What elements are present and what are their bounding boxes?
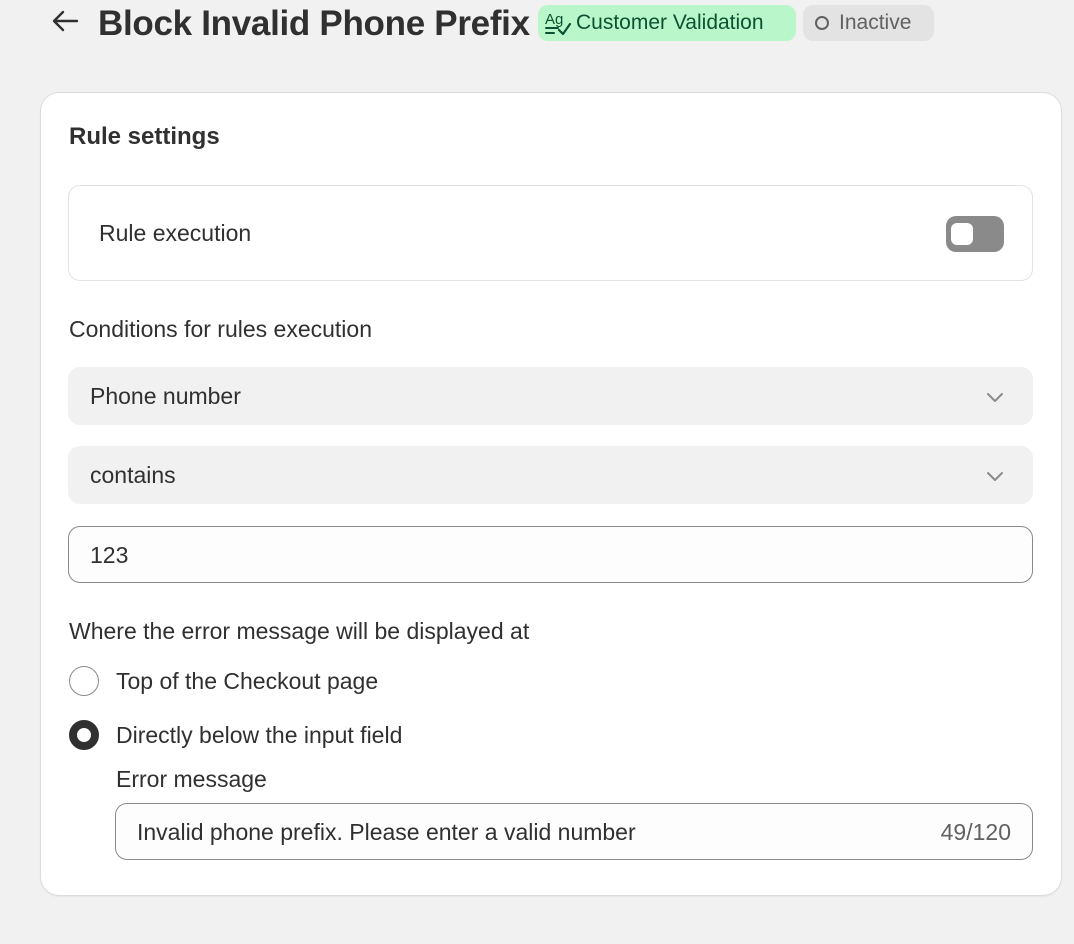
- radio-label: Directly below the input field: [116, 721, 403, 748]
- error-message-input[interactable]: Invalid phone prefix. Please enter a val…: [115, 803, 1033, 860]
- chevron-down-icon: [985, 387, 1005, 407]
- toggle-knob: [951, 223, 973, 245]
- page-title: Block Invalid Phone Prefix: [98, 4, 530, 43]
- status-badge: Inactive: [803, 5, 934, 41]
- status-badge-label: Inactive: [839, 11, 912, 34]
- error-message-text: Invalid phone prefix. Please enter a val…: [137, 819, 636, 845]
- rule-settings-card: Rule settings Rule execution Conditions …: [41, 93, 1061, 895]
- conditions-label: Conditions for rules execution: [69, 316, 372, 342]
- radio-option-below-input[interactable]: Directly below the input field: [69, 719, 402, 751]
- radio-label: Top of the Checkout page: [116, 667, 379, 694]
- field-select[interactable]: Phone number: [68, 367, 1033, 425]
- arrow-left-icon: [51, 9, 79, 38]
- radio-button[interactable]: [69, 666, 99, 696]
- rule-execution-box: Rule execution: [68, 185, 1033, 281]
- back-button[interactable]: [50, 8, 80, 38]
- condition-value-text: 123: [90, 542, 129, 568]
- rule-execution-label: Rule execution: [99, 220, 252, 246]
- category-badge: Ag Customer Validation: [538, 5, 796, 41]
- condition-value-input[interactable]: 123: [68, 526, 1033, 583]
- radio-button-checked[interactable]: [69, 720, 99, 750]
- status-circle-icon: [815, 16, 829, 30]
- chevron-down-icon: [985, 466, 1005, 486]
- text-validation-icon: Ag: [544, 9, 572, 37]
- card-title: Rule settings: [69, 123, 220, 150]
- error-message-label: Error message: [116, 766, 267, 792]
- error-display-label: Where the error message will be displaye…: [69, 618, 530, 644]
- rule-execution-toggle[interactable]: [946, 216, 1004, 252]
- svg-text:Ag: Ag: [545, 11, 563, 28]
- page-header: Block Invalid Phone Prefix Ag Customer V…: [0, 0, 1074, 50]
- field-select-value: Phone number: [90, 383, 241, 409]
- operator-select-value: contains: [90, 462, 176, 488]
- category-badge-label: Customer Validation: [576, 11, 764, 34]
- operator-select[interactable]: contains: [68, 446, 1033, 504]
- character-counter: 49/120: [940, 819, 1011, 845]
- radio-option-top-of-checkout[interactable]: Top of the Checkout page: [69, 665, 378, 697]
